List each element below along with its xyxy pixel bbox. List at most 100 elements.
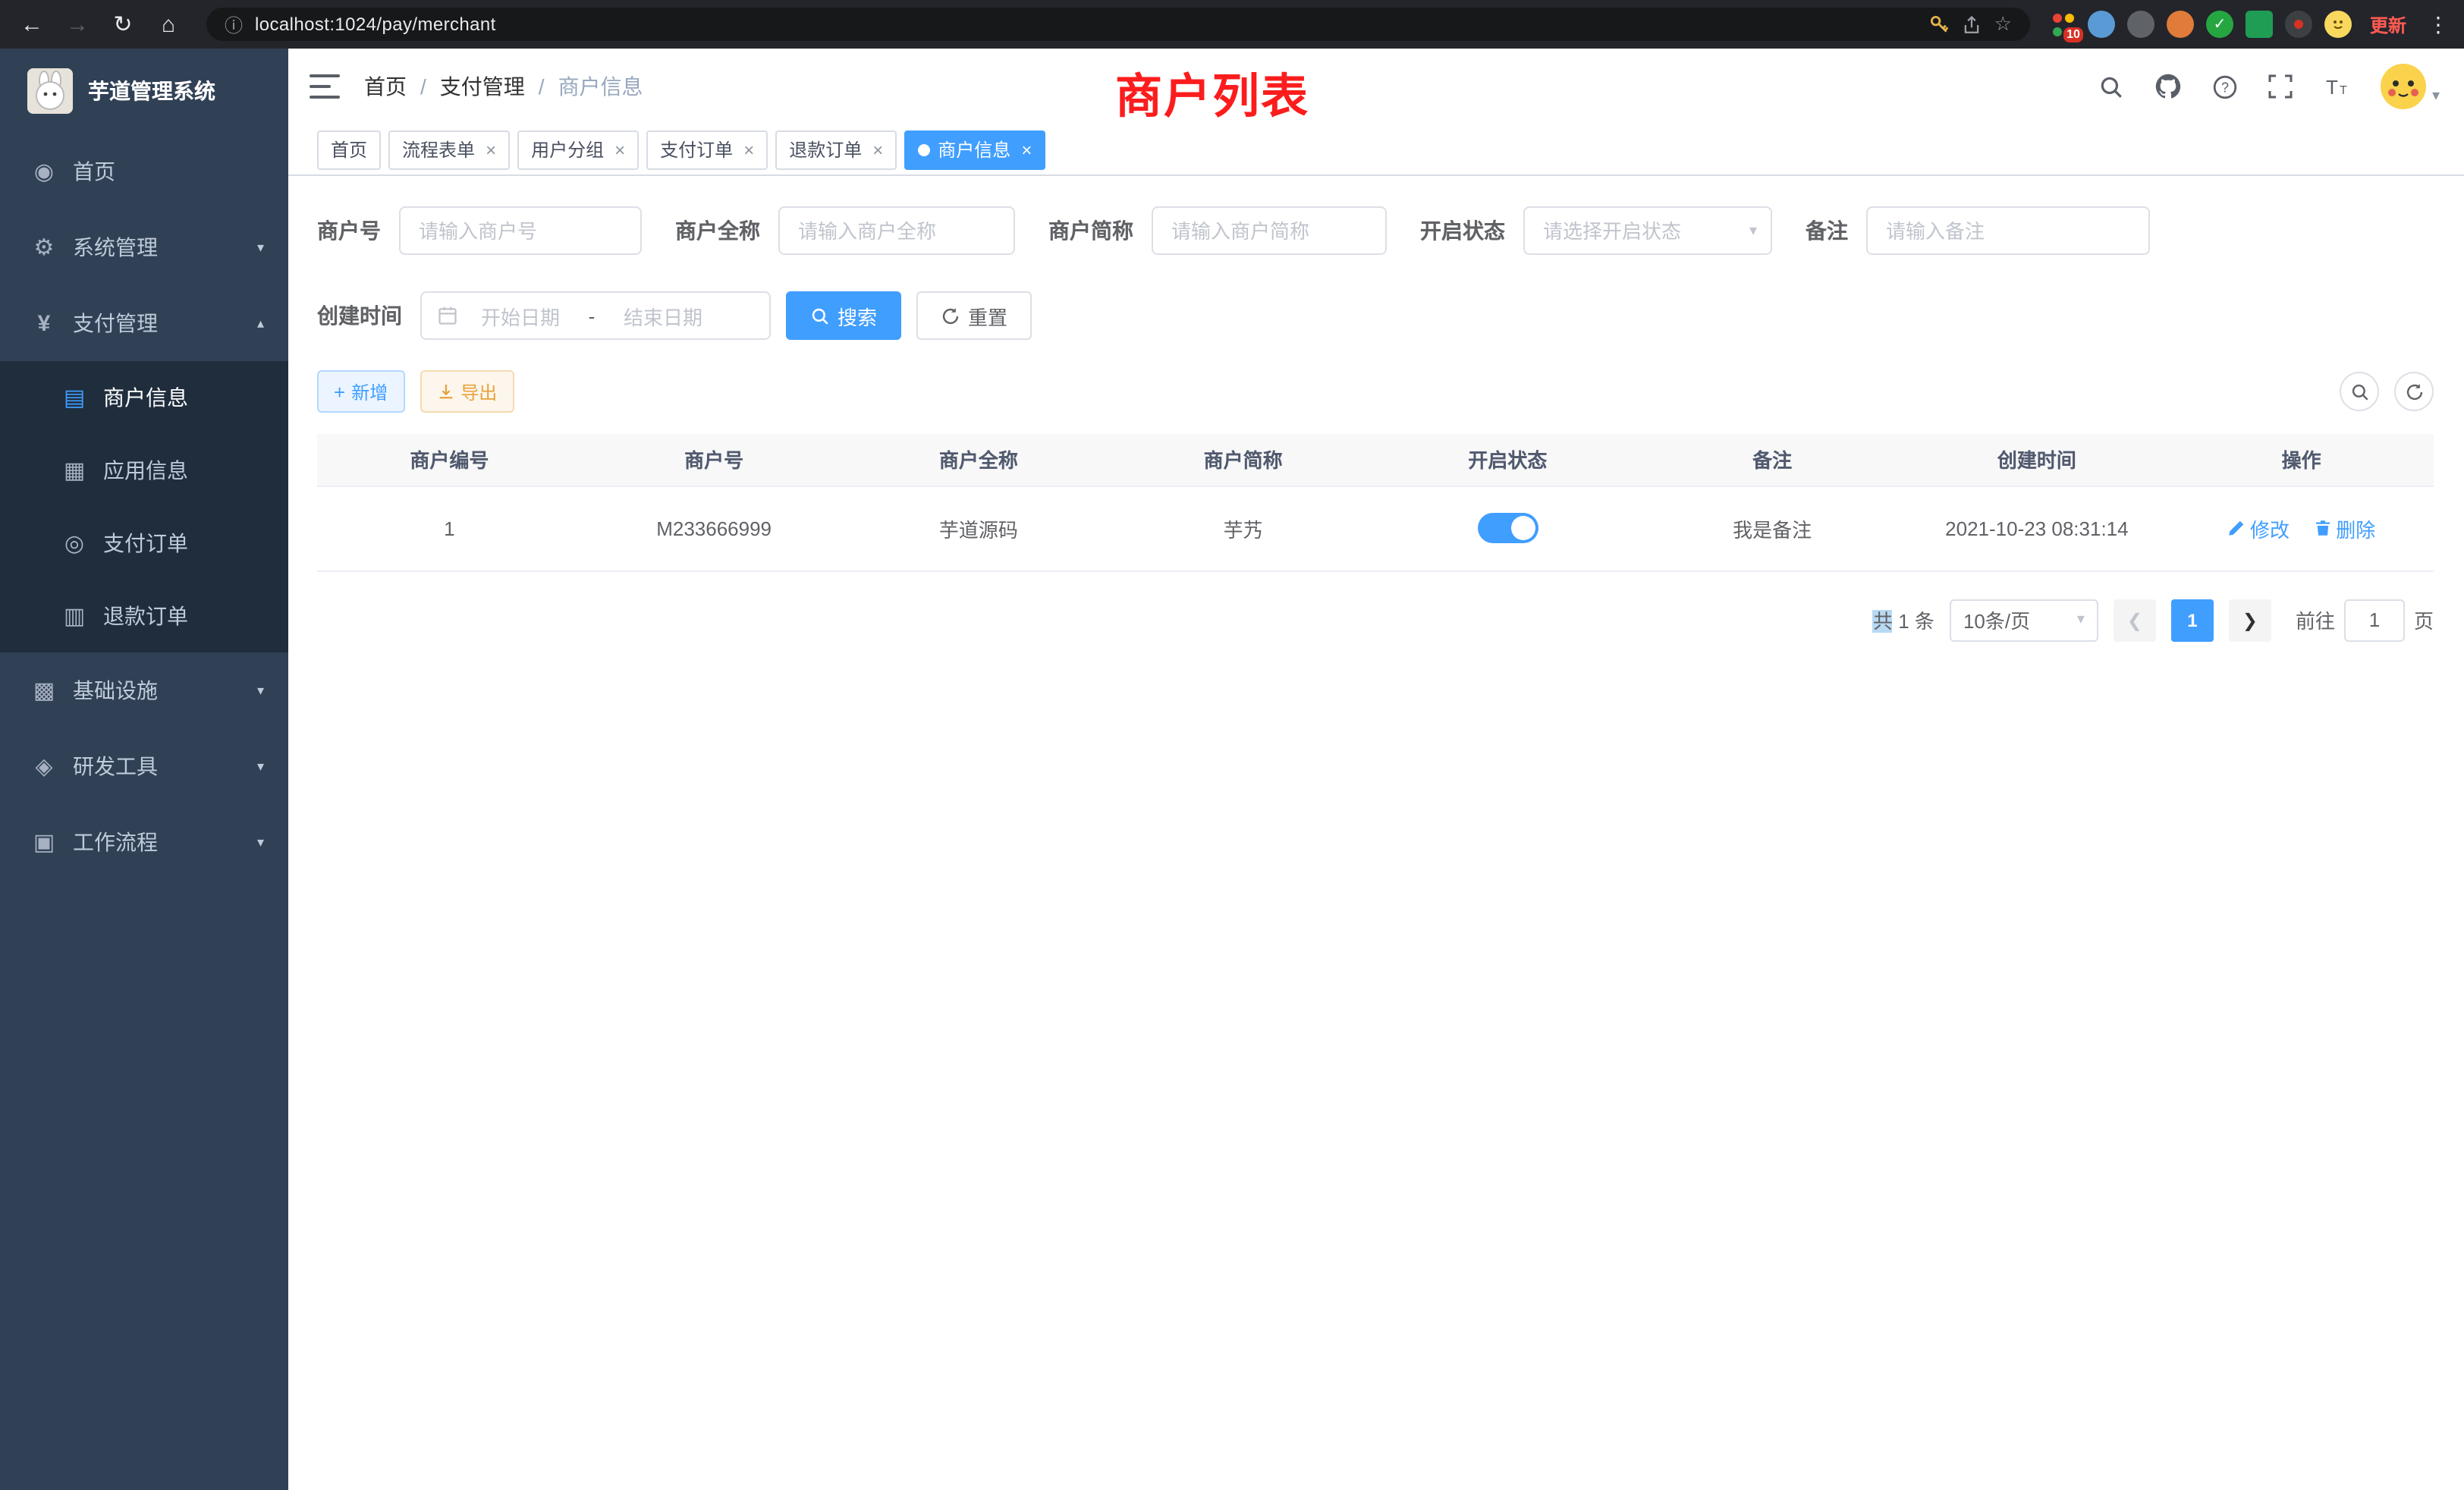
- help-icon[interactable]: ?: [2212, 74, 2238, 99]
- close-icon[interactable]: ×: [486, 139, 496, 160]
- reset-button[interactable]: 重置: [916, 291, 1032, 340]
- close-icon[interactable]: ×: [872, 139, 883, 160]
- extensions-icon[interactable]: 10: [2051, 12, 2076, 36]
- download-icon: [436, 382, 454, 401]
- svg-text:T: T: [2326, 76, 2338, 99]
- user-avatar-menu[interactable]: ▾: [2381, 64, 2440, 109]
- calendar-icon: [437, 305, 458, 326]
- breadcrumb-payment[interactable]: 支付管理: [440, 71, 525, 102]
- breadcrumb-home[interactable]: 首页: [364, 71, 407, 102]
- column-short-name: 商户简称: [1111, 434, 1375, 486]
- cell-short-name: 芋艿: [1111, 486, 1375, 571]
- extension-drop-icon[interactable]: [2088, 11, 2115, 38]
- extension-green-square-icon[interactable]: [2246, 11, 2273, 38]
- tag-tab-merchant-info[interactable]: 商户信息×: [904, 130, 1045, 169]
- edit-button[interactable]: 修改: [2227, 514, 2290, 542]
- sidebar-item-home[interactable]: ◉ 首页: [0, 134, 288, 209]
- close-icon[interactable]: ×: [614, 139, 625, 160]
- browser-forward-icon[interactable]: →: [61, 11, 94, 37]
- bookmark-star-icon[interactable]: ☆: [1994, 12, 2012, 36]
- password-key-icon[interactable]: [1929, 14, 1950, 35]
- export-button[interactable]: 导出: [420, 370, 514, 413]
- chevron-down-icon: ▾: [2077, 611, 2085, 628]
- tag-tab-user-group[interactable]: 用户分组×: [517, 130, 639, 169]
- site-info-icon[interactable]: ⓘ: [225, 11, 243, 37]
- refresh-table-icon[interactable]: [2394, 372, 2434, 411]
- yen-icon: ¥: [30, 310, 58, 336]
- merchant-no-input[interactable]: [399, 206, 642, 255]
- browser-home-icon[interactable]: ⌂: [152, 11, 185, 37]
- filter-form-row-2: 创建时间 开始日期 - 结束日期 搜索 重置: [317, 291, 2434, 340]
- chevron-down-icon: ▾: [257, 834, 264, 850]
- sidebar-item-payment[interactable]: ¥ 支付管理 ▴: [0, 285, 288, 361]
- sidebar-item-dev-tools[interactable]: ◈ 研发工具 ▾: [0, 728, 288, 804]
- sidebar-item-infrastructure[interactable]: ▩ 基础设施 ▾: [0, 652, 288, 728]
- page-number-button[interactable]: 1: [2171, 599, 2214, 641]
- plus-icon: +: [334, 382, 345, 401]
- filter-status: 开启状态 ▾: [1420, 206, 1772, 255]
- search-button[interactable]: 搜索: [786, 291, 901, 340]
- toggle-search-icon[interactable]: [2340, 372, 2379, 411]
- column-remark: 备注: [1640, 434, 1905, 486]
- sidebar-item-system[interactable]: ⚙ 系统管理 ▾: [0, 209, 288, 285]
- extension-dark-icon[interactable]: [2127, 11, 2154, 38]
- filter-create-time: 创建时间 开始日期 - 结束日期: [317, 291, 771, 340]
- close-icon[interactable]: ×: [743, 139, 754, 160]
- create-time-range-picker[interactable]: 开始日期 - 结束日期: [420, 291, 771, 340]
- address-bar[interactable]: ⓘ localhost:1024/pay/merchant ☆: [206, 8, 2030, 41]
- sidebar-item-pay-order[interactable]: ◎ 支付订单: [0, 507, 288, 580]
- close-icon[interactable]: ×: [1021, 139, 1032, 160]
- browser-update-button[interactable]: 更新: [2370, 11, 2406, 37]
- hamburger-icon[interactable]: [310, 74, 340, 99]
- refund-order-icon: ▥: [61, 602, 88, 630]
- column-full-name: 商户全称: [847, 434, 1111, 486]
- github-icon[interactable]: [2154, 73, 2182, 100]
- extension-avatar-icon[interactable]: [2167, 11, 2194, 38]
- app-logo[interactable]: 芋道管理系统: [0, 49, 288, 134]
- status-toggle[interactable]: [1477, 513, 1538, 543]
- sidebar-item-merchant-info[interactable]: ▤ 商户信息: [0, 361, 288, 434]
- prev-page-button[interactable]: ❮: [2114, 599, 2156, 641]
- chevron-down-icon: ▾: [257, 758, 264, 775]
- browser-toolbar: ← → ↻ ⌂ ⓘ localhost:1024/pay/merchant ☆ …: [0, 0, 2464, 49]
- extensions-badge: 10: [2063, 27, 2083, 42]
- browser-reload-icon[interactable]: ↻: [106, 11, 140, 38]
- extension-pinwheel-icon[interactable]: [2285, 11, 2312, 38]
- fullscreen-icon[interactable]: [2268, 74, 2293, 99]
- extension-smiley-icon[interactable]: [2324, 11, 2352, 38]
- tag-tab-refund-order[interactable]: 退款订单×: [775, 130, 897, 169]
- sidebar-item-refund-order[interactable]: ▥ 退款订单: [0, 580, 288, 652]
- search-icon[interactable]: [2098, 74, 2124, 99]
- merchant-short-name-input[interactable]: [1152, 206, 1387, 255]
- font-size-icon[interactable]: TT: [2323, 74, 2350, 99]
- chevron-down-icon: ▾: [257, 682, 264, 699]
- svg-text:?: ?: [2221, 79, 2229, 94]
- filter-form-row-1: 商户号 商户全称 商户简称 开启状态 ▾: [317, 206, 2434, 255]
- merchant-name-input[interactable]: [778, 206, 1015, 255]
- goto-page-input[interactable]: [2344, 599, 2405, 641]
- delete-button[interactable]: 删除: [2313, 514, 2375, 542]
- page-size-select[interactable]: 10条/页 ▾: [1950, 599, 2098, 641]
- add-button[interactable]: + 新增: [317, 370, 404, 413]
- sidebar-item-app-info[interactable]: ▦ 应用信息: [0, 434, 288, 507]
- tag-tab-pay-order[interactable]: 支付订单×: [646, 130, 768, 169]
- status-select[interactable]: [1523, 206, 1772, 255]
- remark-input[interactable]: [1866, 206, 2150, 255]
- browser-menu-icon[interactable]: ⋮: [2428, 11, 2449, 37]
- share-icon[interactable]: [1963, 14, 1982, 34]
- chevron-up-icon: ▴: [257, 315, 264, 332]
- tag-tab-process-form[interactable]: 流程表单×: [388, 130, 510, 169]
- refresh-icon: [941, 306, 960, 325]
- edit-pencil-icon: [2227, 519, 2246, 537]
- browser-window: ← → ↻ ⌂ ⓘ localhost:1024/pay/merchant ☆ …: [0, 0, 2464, 1490]
- app-grid-icon: ▦: [61, 457, 88, 484]
- tag-tab-home[interactable]: 首页: [317, 130, 381, 169]
- column-status: 开启状态: [1375, 434, 1640, 486]
- browser-back-icon[interactable]: ←: [15, 11, 49, 37]
- next-page-button[interactable]: ❯: [2229, 599, 2271, 641]
- filter-merchant-no: 商户号: [317, 206, 642, 255]
- merchant-card-icon: ▤: [61, 384, 88, 411]
- extension-check-icon[interactable]: ✓: [2206, 11, 2233, 38]
- sidebar-item-workflow[interactable]: ▣ 工作流程 ▾: [0, 804, 288, 880]
- toolbar-right-icons: [2340, 372, 2434, 411]
